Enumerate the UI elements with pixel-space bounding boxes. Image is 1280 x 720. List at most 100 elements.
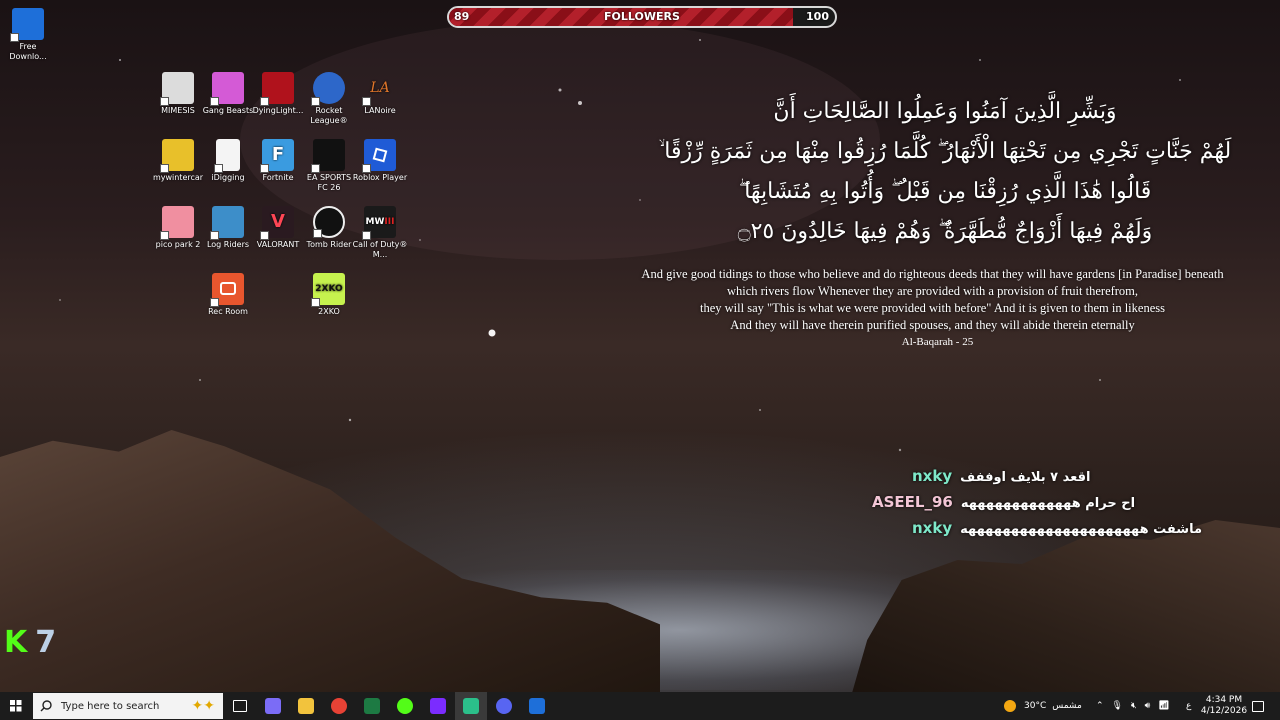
next-icon — [430, 698, 446, 714]
weather-widget[interactable]: 30°C مشمس — [1004, 692, 1082, 720]
desktop-icon-free-download-manager[interactable]: Free Downlo... — [0, 8, 56, 62]
log-riders-icon — [210, 206, 244, 240]
desktop-icon-tomb-rider[interactable]: Tomb Rider — [301, 206, 357, 250]
copilot-icon — [265, 698, 281, 714]
desktop-icon-mywintercar[interactable]: mywintercar — [150, 139, 206, 183]
network-icon[interactable]: 📶︎ — [1158, 701, 1169, 711]
desktop-icon-rocket-league[interactable]: Rocket League® — [301, 72, 357, 126]
desktop-icon-label: MIMESIS — [161, 106, 195, 115]
desktop-icon-valorant[interactable]: V VALORANT — [250, 206, 306, 250]
desktop-icon-ea-sports-fc[interactable]: EA SPORTS FC 26 — [301, 139, 357, 193]
app-green-icon — [463, 698, 479, 714]
rec-room-icon — [210, 273, 244, 307]
fortnite-icon: F — [260, 139, 294, 173]
chat-message: nxky ماشفت هههههههههههههههههههههه — [912, 519, 1202, 537]
desktop-icon-idigging[interactable]: iDigging — [200, 139, 256, 183]
taskbar-app-task-view[interactable] — [224, 692, 256, 720]
roblox-icon — [362, 139, 396, 173]
discord-icon — [496, 698, 512, 714]
mimesis-icon — [160, 72, 194, 106]
rocks-left — [0, 430, 660, 700]
verse-reference: Al-Baqarah - 25 — [901, 336, 974, 348]
desktop-icon-2xko[interactable]: 2XKO 2XKO — [301, 273, 357, 317]
desktop-icon-log-riders[interactable]: Log Riders — [200, 206, 256, 250]
desktop-icon-label: pico park 2 — [155, 240, 201, 249]
desktop-icon-label: mywintercar — [152, 173, 204, 182]
desktop-icon-label: Free Downlo... — [9, 42, 47, 61]
pico-park-icon — [160, 206, 194, 240]
desktop-icon-call-of-duty[interactable]: MWIII Call of Duty® M... — [352, 206, 408, 260]
speaker-mute-icon[interactable]: 🔇︎ — [1131, 701, 1137, 711]
taskbar: Type here to search ✦✦ 30°C مشمس ⌃ 🎙︎ 🔇︎… — [0, 692, 1280, 720]
desktop-icon-label: VALORANT — [256, 240, 300, 249]
chrome-icon — [331, 698, 347, 714]
kick-logo: K — [4, 625, 28, 660]
desktop-icon-label: Rocket League® — [310, 106, 348, 125]
search-highlight-icon: ✦✦ — [191, 698, 215, 714]
desktop-icon-la-noire[interactable]: LA LANoire — [352, 72, 408, 116]
verse-line: لَهُمْ جَنَّاتٍ تَجْرِي مِن تَحْتِهَا ال… — [658, 139, 1232, 164]
chat-text: اقعد ٧ بلايف اوففف — [960, 470, 1091, 485]
file-explorer-icon — [298, 698, 314, 714]
desktop-icon-label: Call of Duty® M... — [352, 240, 408, 259]
taskbar-app-free-download-manager[interactable] — [521, 692, 553, 720]
chat-text: ماشفت هههههههههههههههههههههه — [960, 522, 1203, 537]
microphone-icon[interactable]: 🎙︎ — [1112, 701, 1123, 711]
translation-line: And give good tidings to those who belie… — [641, 267, 1224, 281]
desktop-icon-roblox-player[interactable]: Roblox Player — [352, 139, 408, 183]
desktop-icon-label: Fortnite — [262, 173, 294, 182]
desktop-icon-label: Gang Beasts — [202, 106, 254, 115]
chat-message: ASEEL_96 اح حرام هههههههههههههه — [872, 493, 1135, 511]
desktop-icon-mimesis[interactable]: MIMESIS — [150, 72, 206, 116]
chat-username: ASEEL_96 — [872, 493, 953, 511]
2xko-icon: 2XKO — [311, 273, 345, 307]
search-placeholder: Type here to search — [61, 700, 160, 712]
taskbar-app-next[interactable] — [422, 692, 454, 720]
taskbar-app-excel[interactable] — [356, 692, 388, 720]
desktop-icon-fortnite[interactable]: F Fortnite — [250, 139, 306, 183]
taskbar-app-kick[interactable] — [389, 692, 421, 720]
taskbar-app-app-green[interactable] — [455, 692, 487, 720]
taskbar-app-copilot[interactable] — [257, 692, 289, 720]
desktop-icon-label: LANoire — [364, 106, 396, 115]
weather-desc: مشمس — [1052, 701, 1082, 711]
desktop-icon-label: Roblox Player — [352, 173, 408, 182]
call-of-duty-icon: MWIII — [362, 206, 396, 240]
tomb-raider-icon — [313, 206, 345, 238]
free-download-manager-icon — [529, 698, 545, 714]
desktop-icon-rec-room[interactable]: Rec Room — [200, 273, 256, 317]
taskbar-app-file-explorer[interactable] — [290, 692, 322, 720]
system-tray: ⌃ 🎙︎ 🔇︎ 🔊︎ 📶︎ — [1096, 692, 1170, 720]
desktop-icon-pico-park-2[interactable]: pico park 2 — [150, 206, 206, 250]
verse-line: قَالُوا هَٰذَا الَّذِي رُزِقْنَا مِن قَب… — [738, 179, 1152, 204]
chevron-up-icon[interactable]: ⌃ — [1096, 701, 1104, 711]
notification-button[interactable] — [1252, 692, 1264, 720]
desktop-icon-label: DyingLight... — [252, 106, 304, 115]
viewer-count: 7 — [35, 625, 57, 660]
chat-text: اح حرام هههههههههههههه — [960, 496, 1136, 511]
file-icon — [214, 139, 240, 173]
la-noire-icon: LA — [362, 72, 396, 106]
notification-icon — [1252, 700, 1264, 712]
desktop-icon-gang-beasts[interactable]: Gang Beasts — [200, 72, 256, 116]
taskbar-app-chrome[interactable] — [323, 692, 355, 720]
mywintercar-icon — [160, 139, 194, 173]
translation-line: And they will have therein purified spou… — [730, 318, 1135, 332]
desktop-icon-label: Log Riders — [206, 240, 250, 249]
desktop-icon-dying-light[interactable]: DyingLight... — [250, 72, 306, 116]
translation-line: they will say "This is what we were prov… — [700, 301, 1165, 315]
search-icon — [40, 700, 52, 712]
chat-username: nxky — [912, 519, 953, 537]
gang-beasts-icon — [210, 72, 244, 106]
volume-icon[interactable]: 🔊︎ — [1145, 701, 1151, 711]
taskbar-app-discord[interactable] — [488, 692, 520, 720]
clock[interactable]: 4:34 PM 4/12/2026 — [1200, 692, 1248, 720]
ea-sports-fc-icon — [311, 139, 345, 173]
kick-icon — [397, 698, 413, 714]
taskbar-search-box[interactable]: Type here to search ✦✦ — [33, 693, 223, 719]
clock-date: 4/12/2026 — [1200, 706, 1248, 716]
chat-message: nxky اقعد ٧ بلايف اوففف — [912, 467, 1090, 485]
excel-icon — [364, 698, 380, 714]
start-button[interactable] — [0, 692, 32, 720]
language-indicator[interactable]: ع — [1186, 692, 1191, 720]
